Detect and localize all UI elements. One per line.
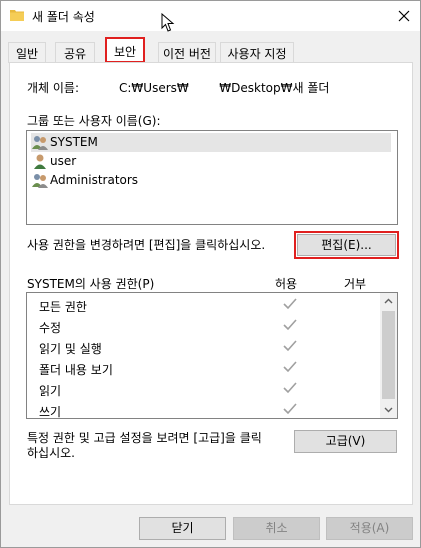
tab-previous-versions[interactable]: 이전 버전 — [158, 42, 216, 63]
permissions-listbox[interactable]: 모든 권한 수정 읽기 및 실행 폴더 내용 보기 읽기 쓰기 — [26, 292, 398, 419]
permission-name: 수정 — [39, 321, 62, 335]
cancel-button[interactable]: 취소 — [233, 517, 320, 540]
groups-label: 그룹 또는 사용자 이름(G): — [27, 114, 161, 128]
check-icon — [283, 298, 297, 310]
user-name: user — [50, 154, 77, 168]
apply-button[interactable]: 적용(A) — [326, 517, 413, 540]
check-icon — [283, 319, 297, 331]
object-name-label: 개체 이름: — [27, 81, 80, 95]
title-bar[interactable]: 새 폴더 속성 — [1, 1, 420, 32]
object-name-value: C:₩Users₩ ₩Desktop₩새 폴더 — [119, 81, 330, 95]
list-item-system[interactable]: SYSTEM — [31, 133, 391, 152]
check-icon — [283, 382, 297, 394]
list-item-administrators[interactable]: Administrators — [31, 171, 391, 190]
list-item-user[interactable]: user — [31, 152, 391, 171]
permission-row: 쓰기 — [39, 400, 379, 419]
permission-name: 읽기 — [39, 384, 62, 398]
advanced-button[interactable]: 고급(V) — [294, 430, 397, 453]
folder-icon — [10, 10, 24, 21]
scroll-up-icon[interactable] — [380, 293, 397, 310]
check-icon — [283, 403, 297, 415]
edit-button[interactable]: 편집(E)... — [294, 231, 399, 259]
tab-general[interactable]: 일반 — [8, 42, 46, 63]
check-icon — [283, 361, 297, 373]
permissions-label: SYSTEM의 사용 권한(P) — [27, 277, 155, 291]
allow-column-header: 허용 — [275, 277, 298, 291]
security-panel: 개체 이름: C:₩Users₩ ₩Desktop₩새 폴더 그룹 또는 사용자… — [9, 62, 413, 505]
mouse-cursor-icon — [161, 13, 175, 32]
permission-row: 폴더 내용 보기 — [39, 358, 379, 378]
tab-customize[interactable]: 사용자 지정 — [220, 42, 294, 63]
permission-name: 읽기 및 실행 — [39, 342, 102, 356]
permission-row: 읽기 — [39, 379, 379, 399]
permission-name: 모든 권한 — [39, 300, 87, 314]
advanced-hint-line2: 하십시오. — [27, 446, 75, 460]
scrollbar-thumb[interactable] — [382, 311, 395, 399]
users-listbox[interactable]: SYSTEM user Administrators — [26, 130, 398, 225]
deny-column-header: 거부 — [344, 277, 367, 291]
permission-row: 모든 권한 — [39, 295, 379, 315]
group-users-icon — [32, 174, 48, 188]
permissions-scrollbar[interactable] — [380, 293, 397, 418]
edit-hint: 사용 권한을 변경하려면 [편집]을 클릭하십시오. — [27, 238, 266, 252]
properties-window: 새 폴더 속성 일반 공유 보안 이전 버전 사용자 지정 개체 이름: C:₩… — [0, 0, 421, 548]
tab-sharing[interactable]: 공유 — [55, 42, 95, 63]
tab-bar: 일반 공유 보안 이전 버전 사용자 지정 — [1, 31, 420, 63]
check-icon — [283, 340, 297, 352]
permission-row: 수정 — [39, 316, 379, 336]
permission-name: 폴더 내용 보기 — [39, 363, 113, 377]
group-users-icon — [32, 136, 48, 150]
user-name: SYSTEM — [50, 135, 98, 149]
permission-row: 읽기 및 실행 — [39, 337, 379, 357]
permission-name: 쓰기 — [39, 405, 62, 419]
close-icon[interactable] — [391, 3, 417, 29]
single-user-icon — [34, 154, 46, 169]
user-name: Administrators — [50, 173, 139, 187]
scroll-down-icon[interactable] — [380, 401, 397, 418]
window-title: 새 폴더 속성 — [32, 10, 95, 24]
close-button[interactable]: 닫기 — [139, 517, 226, 540]
tab-security[interactable]: 보안 — [105, 37, 145, 63]
